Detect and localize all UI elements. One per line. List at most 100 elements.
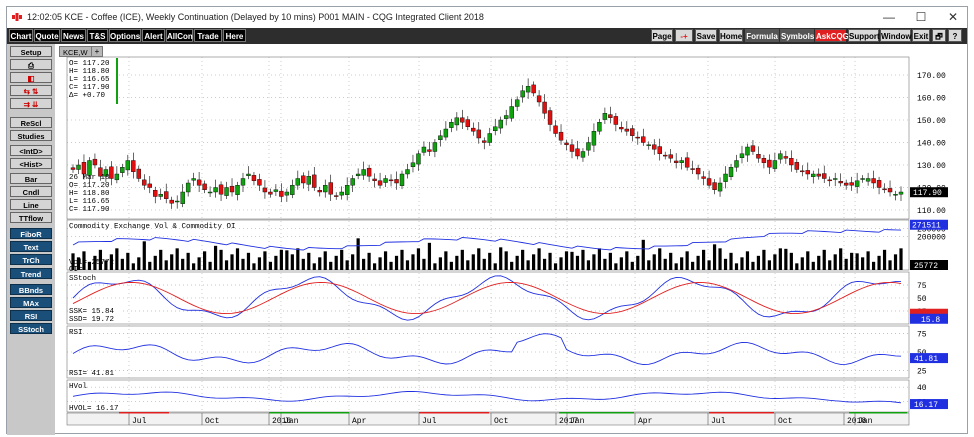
window-button[interactable]: Window (880, 29, 912, 42)
volume-bar (532, 254, 536, 270)
volume-bar (877, 255, 881, 270)
scroll-arrows-icon[interactable]: ⇆ ⇅ (10, 85, 52, 96)
rsi-tick-label: 75 (917, 330, 927, 339)
chart-type-icon[interactable]: ◧ (10, 72, 52, 83)
candle-body (898, 191, 904, 195)
trch-button[interactable]: TrCh (10, 254, 52, 265)
zoom-arrows-icon[interactable]: ⇉ ⇊ (10, 98, 52, 109)
volume-bar (586, 260, 591, 270)
volume-bar (455, 255, 459, 270)
candle-body (865, 178, 871, 182)
candle-body (706, 178, 712, 186)
menu-ts[interactable]: T&S (87, 29, 108, 42)
chart-svg[interactable]: Jul Oct 2016Jan Apr Jul Oct 2017Jan Apr Jul Oct 20… (59, 47, 964, 432)
volume-bar (510, 261, 514, 270)
ttflow-button[interactable]: TTflow (10, 212, 52, 223)
symbols-button[interactable]: Symbols (780, 29, 814, 42)
candle-body (586, 142, 591, 151)
candle-body (262, 187, 268, 193)
page-button[interactable]: Page (651, 29, 673, 42)
save-button[interactable]: Save (695, 29, 717, 42)
candle-body (536, 95, 542, 103)
candle-body (498, 119, 503, 129)
volume-bar (268, 261, 273, 270)
intraday-button[interactable]: <IntD> (10, 145, 52, 156)
historical-button[interactable]: <Hist> (10, 158, 52, 169)
candle-body (591, 131, 597, 146)
menu-bar: Chart Quote News T&S Options Alert AllCo… (7, 28, 967, 44)
volume-bar (614, 263, 618, 270)
candle-body (619, 126, 624, 130)
line-button[interactable]: Line (10, 199, 52, 210)
menu-alert[interactable]: Alert (142, 29, 165, 42)
bbnds-button[interactable]: BBnds (10, 284, 52, 295)
home-button[interactable]: Home (719, 29, 743, 42)
volume-bar (718, 248, 722, 270)
season-strip (849, 412, 907, 414)
candle-body (328, 182, 333, 195)
rescale-button[interactable]: ReScl (10, 117, 52, 128)
sstoch-button[interactable]: SStoch (10, 323, 52, 334)
volume-bar (120, 258, 124, 270)
exit-button[interactable]: Exit (912, 29, 930, 42)
candle-body (339, 191, 344, 196)
formula-button[interactable]: Formula (745, 29, 779, 42)
volume-bar (663, 258, 667, 270)
askcqg-button[interactable]: AskCQG (815, 29, 849, 42)
menu-news[interactable]: News (61, 29, 86, 42)
candle-body (136, 168, 142, 179)
menu-options[interactable]: Options (109, 29, 141, 42)
menu-here[interactable]: Here (223, 29, 246, 42)
close-button[interactable]: ✕ (939, 9, 967, 25)
menu-trade[interactable]: Trade (194, 29, 222, 42)
fibor-button[interactable]: FiboR (10, 228, 52, 239)
candle-body (783, 156, 789, 159)
ohlc-line: H= 118.80 (69, 68, 110, 76)
candle-body (482, 140, 487, 143)
help-button[interactable]: ? (948, 29, 962, 42)
plus-minus-button[interactable]: -+ (675, 29, 693, 42)
volume-bar (833, 254, 837, 270)
volume-bar (784, 248, 788, 270)
symbol-tab[interactable]: KCE,W (59, 46, 92, 57)
maximize-button[interactable]: ☐ (907, 9, 935, 25)
candle-body (646, 144, 651, 146)
volume-bar (235, 248, 240, 270)
max-button[interactable]: MAx (10, 297, 52, 308)
volume-bar (444, 251, 448, 270)
support-button[interactable]: Support (848, 29, 880, 42)
volume-bar (773, 254, 777, 270)
bar-button[interactable]: Bar (10, 173, 52, 184)
setup-button[interactable]: Setup (10, 46, 52, 57)
menu-allcon[interactable]: AllCon (166, 29, 193, 42)
oi-last-label: 271511 (912, 222, 941, 231)
candle-body (196, 179, 202, 186)
add-tab-button[interactable]: + (91, 46, 103, 57)
rsi-button[interactable]: RSI (10, 310, 52, 321)
trend-button[interactable]: Trend (10, 268, 52, 279)
candle-body (728, 167, 734, 177)
volume-bar (466, 260, 470, 270)
volume-bar (625, 251, 629, 270)
candle-body (739, 153, 745, 159)
candle-body (553, 125, 558, 134)
ssd-label: SSD= 19.72 (69, 316, 114, 324)
candle-body (493, 126, 498, 132)
volume-bar (383, 251, 388, 270)
rsi-label: RSI= 41.81 (69, 370, 115, 378)
volume-bar (701, 249, 706, 270)
left-toolbar: Setup ⎙ ◧ ⇆ ⇅ ⇉ ⇊ ReScl Studies <IntD> <… (7, 44, 55, 435)
restore-icon[interactable]: 🗗 (932, 29, 946, 42)
text-button[interactable]: Text (10, 241, 52, 252)
minimize-button[interactable]: — (875, 9, 903, 25)
price-tick-label: 160.00 (917, 95, 946, 104)
menu-chart[interactable]: Chart (9, 29, 33, 42)
volume-bar (296, 248, 300, 270)
volume-bar (515, 255, 519, 270)
volume-bar (537, 248, 541, 270)
candle-body (142, 179, 147, 186)
print-icon[interactable]: ⎙ (10, 59, 52, 70)
menu-quote[interactable]: Quote (34, 29, 60, 42)
candle-button[interactable]: Cndl (10, 186, 52, 197)
studies-button[interactable]: Studies (10, 130, 52, 141)
